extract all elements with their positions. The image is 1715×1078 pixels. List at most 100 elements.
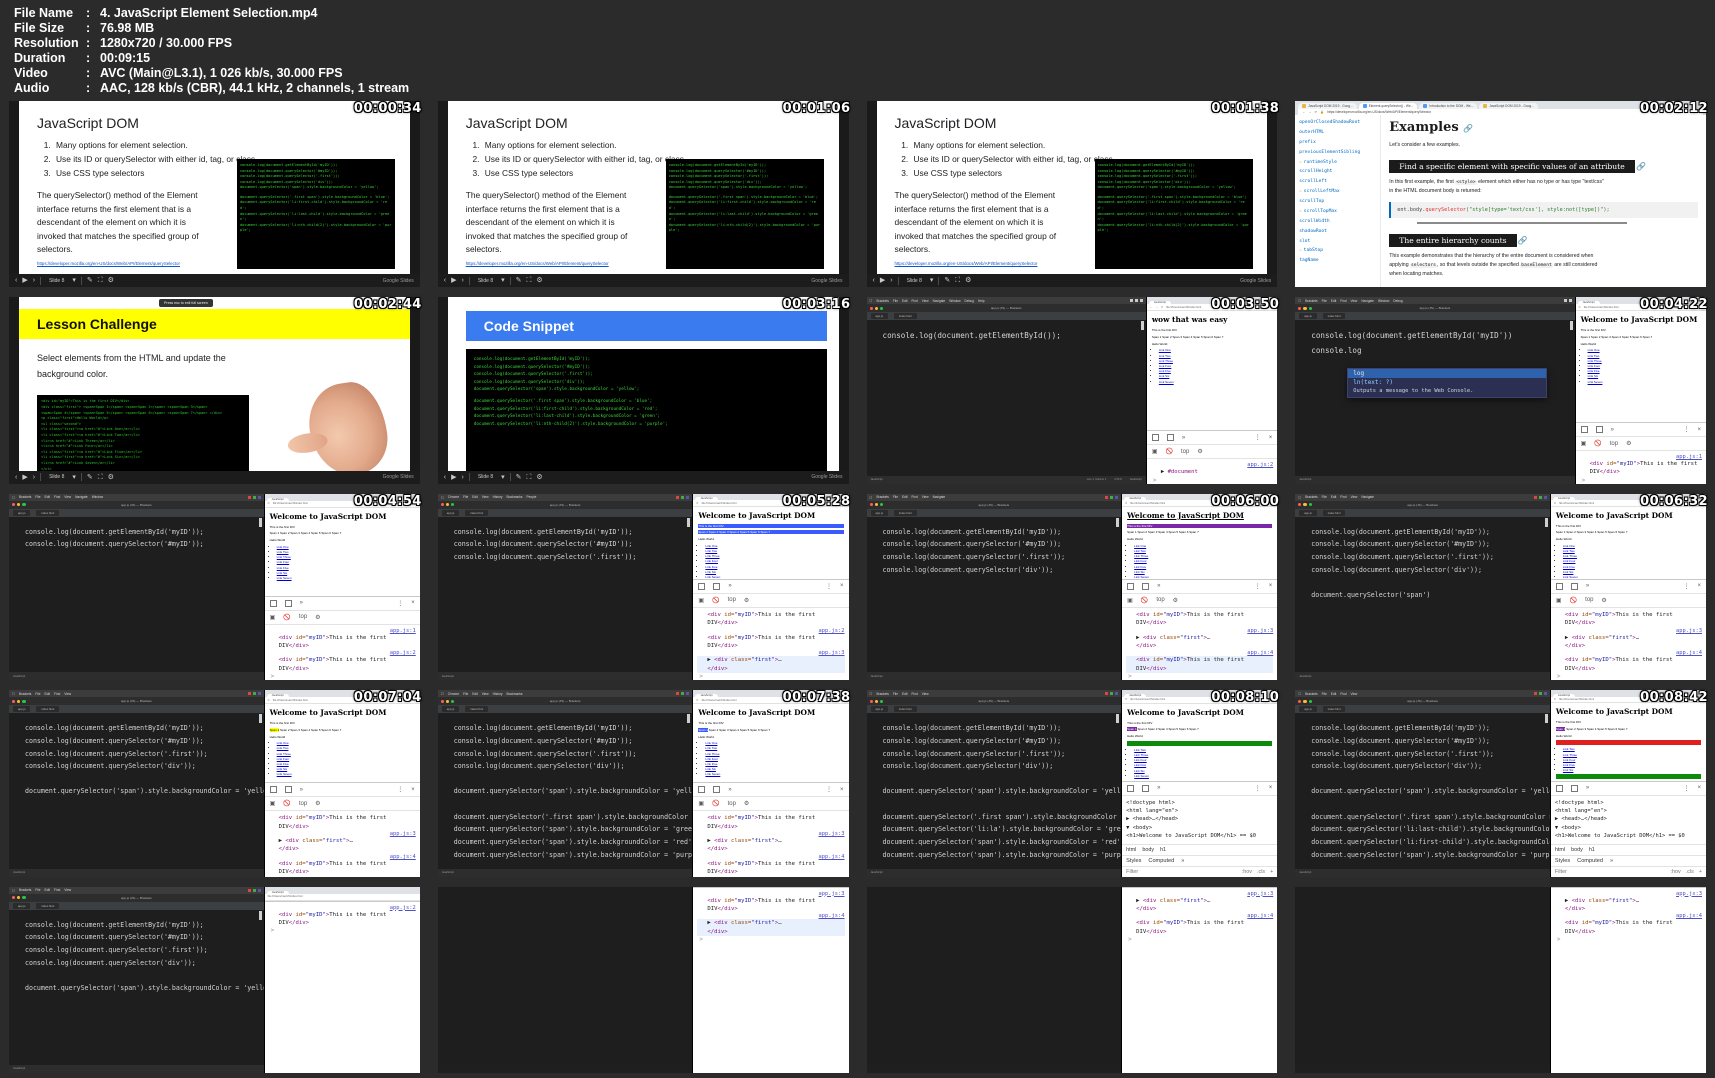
code-editor-area[interactable]: console.log(document.getElementById('myI… <box>9 516 264 673</box>
thumbnail-tile[interactable]:  Brackets File Edit Find View app.js (J… <box>1286 685 1715 882</box>
menu-item[interactable]: View <box>922 495 929 499</box>
page-link[interactable]: Link Seven <box>277 772 292 776</box>
thumbnail-tile[interactable]:  Brackets File Edit Find View Navigate … <box>0 488 429 686</box>
page-link[interactable]: Link Five <box>1563 763 1575 767</box>
page-link[interactable]: Link Six <box>1134 769 1145 773</box>
autocomplete-popup[interactable]: log ln(text: ?) Outputs a message to the… <box>1347 368 1548 399</box>
breadcrumb-item[interactable]: html <box>1126 847 1136 853</box>
menu-item[interactable]: Find <box>912 495 918 499</box>
filter-input[interactable]: Filter <box>1126 869 1138 875</box>
cls-toggle[interactable]: .cls <box>1686 869 1694 875</box>
play-slideshow-icon[interactable]: ▶ <box>22 474 27 481</box>
slides-toolbar[interactable]: ‹ ▶ › Slide 8 ▾ ✎ ⛶ ⚙ Google Slides <box>9 274 420 288</box>
close-icon[interactable]: × <box>1697 785 1701 791</box>
kebab-menu-icon[interactable]: ⋮ <box>826 786 832 793</box>
next-slide-icon[interactable]: › <box>890 277 892 284</box>
more-tabs-icon[interactable]: » <box>1610 858 1613 864</box>
execute-icon[interactable]: ▣ <box>1581 440 1587 447</box>
close-icon[interactable]: × <box>1269 785 1273 791</box>
breadcrumb-item[interactable]: h1 <box>1589 847 1595 853</box>
console-toolbar[interactable]: ▣ 🚫 top ⚙ <box>1550 594 1706 608</box>
browser-omnibox[interactable]: file:///Users/mac/JS/index.html <box>264 893 420 901</box>
execute-icon[interactable]: ▣ <box>698 800 704 807</box>
menu-item[interactable]: Edit <box>902 299 908 303</box>
editor-tab-appjs[interactable]: app.js <box>870 706 888 713</box>
address-bar-url[interactable]: file:///Users/mac/JS/index.html <box>1166 306 1201 309</box>
more-tabs-icon[interactable]: » <box>1611 427 1614 433</box>
address-bar-url[interactable]: file:///Users/mac/JS/index.html <box>1584 306 1619 309</box>
page-link[interactable]: Link Seven <box>277 576 292 580</box>
devtools-toolbar[interactable]: » ⋮ × <box>1550 580 1706 594</box>
page-link[interactable]: Link Two <box>1563 549 1575 553</box>
more-tabs-icon[interactable]: » <box>1157 583 1160 589</box>
sidebar-item[interactable]: tagName <box>1299 256 1376 266</box>
page-link[interactable]: Link Five <box>1134 565 1146 569</box>
editor-tab-indexhtml[interactable]: index.html <box>893 313 917 320</box>
page-link[interactable]: Link Four <box>1159 364 1172 368</box>
menu-item[interactable]: Window <box>92 495 103 499</box>
pen-icon[interactable]: ✎ <box>944 277 950 284</box>
device-toolbar-icon[interactable] <box>1570 784 1578 792</box>
pen-icon[interactable]: ✎ <box>87 474 93 481</box>
clear-console-icon[interactable]: 🚫 <box>1594 440 1601 447</box>
play-slideshow-icon[interactable]: ▶ <box>880 277 885 284</box>
tab-styles[interactable]: Styles <box>1126 858 1141 864</box>
thumbnail-tile[interactable]: Press esc to exit full screen Lesson Cha… <box>0 292 429 489</box>
address-bar-url[interactable]: file:///Users/mac/JS/index.html <box>273 699 308 702</box>
slide-number-label[interactable]: Slide 8 <box>46 278 67 284</box>
menu-item[interactable]: Brackets <box>877 692 889 696</box>
menu-item[interactable]: Debug <box>965 299 974 303</box>
pen-icon[interactable]: ✎ <box>87 277 93 284</box>
previous-slide-icon[interactable]: ‹ <box>873 277 875 284</box>
page-link[interactable]: Link Four <box>705 757 718 761</box>
page-link[interactable]: Link Four <box>277 757 290 761</box>
page-link[interactable]: Link Two <box>277 550 289 554</box>
device-toolbar-icon[interactable] <box>1142 784 1150 792</box>
device-toolbar-icon[interactable] <box>284 599 292 607</box>
devtools-toolbar[interactable]: » ⋮ × <box>693 580 849 594</box>
editor-tab-indexhtml[interactable]: index.html <box>893 509 917 516</box>
page-link[interactable]: Link Four <box>277 560 290 564</box>
page-link[interactable]: Link One <box>1159 348 1171 352</box>
reload-icon[interactable]: ⟳ <box>1161 306 1163 309</box>
close-icon[interactable]: × <box>411 787 415 793</box>
menu-item[interactable]: Find <box>54 888 60 892</box>
traffic-lights[interactable] <box>869 306 884 310</box>
code-editor-area[interactable]: console.log(document.getElementById('myI… <box>1295 516 1550 673</box>
page-link[interactable]: Link One <box>277 545 289 549</box>
chevron-down-icon[interactable]: ▾ <box>501 277 505 284</box>
reload-icon[interactable]: ⟳ <box>1125 698 1127 701</box>
menu-item[interactable]: History <box>493 692 503 696</box>
address-bar-url[interactable]: file:///Users/mac/JS/index.html <box>702 699 737 702</box>
page-link[interactable]: Link Two <box>1134 748 1146 752</box>
gear-icon[interactable]: ⚙ <box>108 277 114 284</box>
context-selector[interactable]: top <box>728 597 736 603</box>
more-tabs-icon[interactable]: » <box>728 583 731 589</box>
sidebar-item[interactable]: ⚠ runtimeStyle <box>1299 158 1376 168</box>
gear-icon[interactable]: ⚙ <box>744 598 749 604</box>
clear-console-icon[interactable]: 🚫 <box>1570 597 1577 604</box>
address-bar-url[interactable]: file:///Users/mac/JS/index.html <box>1130 698 1165 701</box>
thumbnail-tile[interactable]: app.js:3 <div id="myID">This is the firs… <box>428 881 858 1078</box>
page-link[interactable]: Link Four <box>705 559 718 563</box>
gear-icon[interactable]: ⚙ <box>965 277 971 284</box>
sidebar-item[interactable]: previousElementSibling <box>1299 148 1376 158</box>
anchor-link-icon[interactable]: 🔗 <box>1518 236 1528 245</box>
menu-item[interactable]: Chrome <box>448 692 459 696</box>
page-link[interactable]: Link Two <box>1588 354 1600 358</box>
editor-tab-indexhtml[interactable]: index.html <box>36 509 60 516</box>
clear-console-icon[interactable]: 🚫 <box>283 800 290 807</box>
page-link[interactable]: Link One <box>705 544 717 548</box>
device-toolbar-icon[interactable] <box>713 582 721 590</box>
editor-tab-indexhtml[interactable]: index.html <box>893 706 917 713</box>
page-link[interactable]: Link Seven <box>1159 380 1174 384</box>
menu-item[interactable]: Brackets <box>877 299 889 303</box>
page-link[interactable]: Link Five <box>1159 369 1171 373</box>
next-slide-icon[interactable]: › <box>461 277 463 284</box>
code-editor-area[interactable]: console.log(document.getElementById('myI… <box>9 713 264 869</box>
page-link[interactable]: Link Four <box>1563 559 1576 563</box>
tab-computed[interactable]: Computed <box>1148 858 1174 864</box>
menu-item[interactable]: Brackets <box>877 495 889 499</box>
menu-item[interactable]: View <box>1351 495 1358 499</box>
menu-item[interactable]: Brackets <box>19 495 31 499</box>
